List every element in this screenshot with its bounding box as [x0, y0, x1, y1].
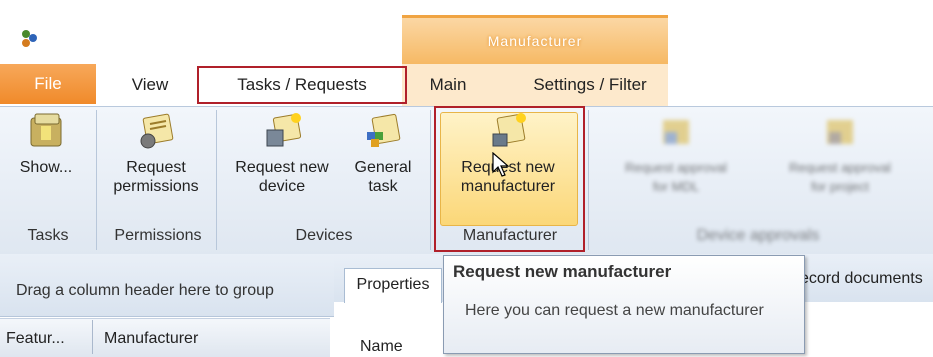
general-task-label: General task	[354, 159, 412, 195]
tasks-box-icon	[27, 112, 65, 150]
request-new-device-label: Request new device	[235, 159, 329, 195]
group-separator	[96, 110, 97, 250]
group-label-manufacturer: Manufacturer	[462, 227, 558, 244]
group-by-hint: Drag a column header here to group	[16, 282, 274, 299]
approval-project-icon	[821, 112, 859, 150]
group-label-device-approvals: Device approvals	[696, 227, 820, 244]
tab-file[interactable]: File	[0, 64, 96, 104]
device-request-icon	[263, 112, 302, 150]
tooltip-title: Request new manufacturer	[453, 262, 672, 281]
group-label-permissions: Permissions	[114, 227, 202, 244]
show-button-label: Show...	[19, 159, 73, 176]
tab-view[interactable]: View	[112, 66, 188, 104]
column-header-manufacturer[interactable]: Manufacturer	[104, 330, 198, 348]
column-divider[interactable]	[92, 320, 93, 354]
group-label-devices: Devices	[295, 227, 353, 244]
permission-request-icon	[137, 112, 175, 150]
request-approval-button-1[interactable]: Request approval for MDL	[596, 112, 756, 196]
tab-main[interactable]: Main	[412, 66, 484, 104]
request-new-device-button[interactable]: Request new device	[222, 112, 342, 196]
group-label-tasks: Tasks	[27, 227, 69, 244]
show-button[interactable]: Show...	[0, 112, 92, 177]
column-header-feature[interactable]: Featur...	[6, 330, 65, 348]
group-separator	[588, 110, 589, 250]
tab-properties[interactable]: Properties	[344, 268, 442, 303]
context-tab-group-header: Manufacturer	[402, 15, 668, 67]
request-permissions-button[interactable]: Request permissions	[100, 112, 212, 196]
general-task-button[interactable]: General task	[342, 112, 424, 196]
group-separator	[216, 110, 217, 250]
tab-settings-filter[interactable]: Settings / Filter	[515, 66, 665, 104]
approval-icon	[657, 112, 695, 150]
group-separator	[430, 110, 431, 250]
request-approval-label-1: Request approval for MDL	[625, 160, 727, 194]
tab-tasks-requests[interactable]: Tasks / Requests	[197, 66, 407, 104]
tab-record-documents[interactable]: ecord documents	[800, 270, 933, 288]
name-field-label: Name	[360, 338, 403, 355]
request-approval-button-2[interactable]: Request approval for project	[760, 112, 920, 196]
tooltip-body: Here you can request a new manufacturer	[465, 302, 764, 319]
mouse-cursor-icon	[492, 151, 510, 183]
request-approval-label-2: Request approval for project	[789, 160, 891, 194]
request-permissions-label: Request permissions	[113, 159, 199, 195]
general-task-icon	[364, 112, 402, 150]
app-logo-icon[interactable]	[18, 28, 40, 50]
